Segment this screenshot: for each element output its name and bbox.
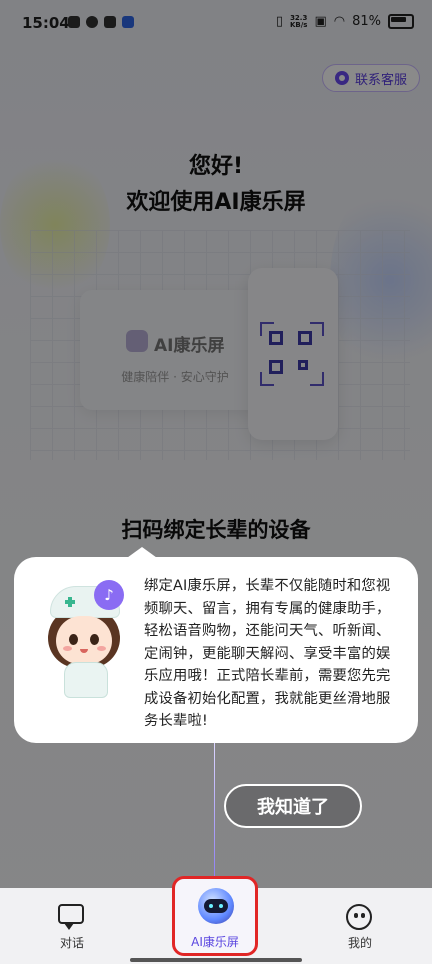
smile-face-icon	[346, 904, 372, 930]
dim-overlay	[0, 0, 432, 964]
got-it-button[interactable]: 我知道了	[224, 784, 362, 828]
nav-item-mine[interactable]: 我的	[310, 888, 410, 964]
nav-label-ai-screen: AI康乐屏	[191, 935, 239, 949]
nav-label-mine: 我的	[347, 936, 372, 950]
guide-line	[214, 743, 215, 883]
speaker-icon[interactable]: ♪	[94, 580, 124, 610]
chat-icon	[58, 904, 84, 930]
popup-tail	[120, 547, 164, 563]
robot-icon	[198, 888, 234, 924]
popup-message: 绑定AI康乐屏，长辈不仅能随时和您视频聊天、留言，拥有专属的健康助手，轻松语音购…	[144, 578, 391, 729]
nav-label-chat: 对话	[59, 936, 84, 950]
medical-cross-icon	[65, 597, 75, 607]
app-screen: 15:04 ▯ 32.3 KB/s ▣ ◠ 81% 联系客服 您好! 欢迎使用A…	[0, 0, 432, 964]
home-indicator[interactable]	[130, 958, 302, 962]
nav-item-chat[interactable]: 对话	[22, 888, 122, 964]
nav-item-ai-screen[interactable]: AI康乐屏	[172, 876, 258, 956]
